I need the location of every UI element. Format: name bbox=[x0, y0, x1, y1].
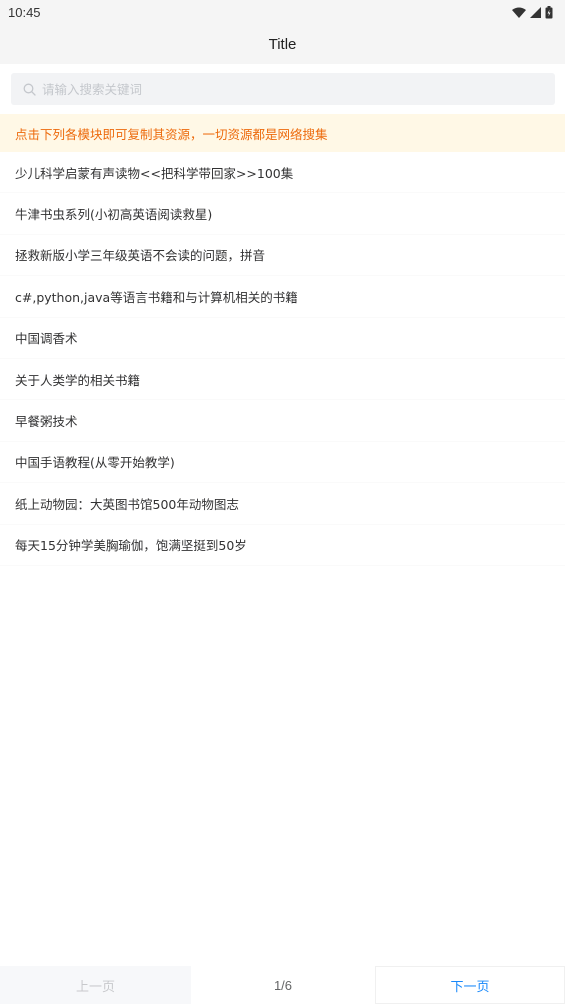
battery-icon bbox=[545, 5, 553, 19]
list-item[interactable]: 拯救新版小学三年级英语不会读的问题，拼音 bbox=[0, 234, 565, 277]
status-bar: 10:45 bbox=[0, 0, 565, 24]
search-box[interactable] bbox=[11, 73, 555, 105]
list-item[interactable]: 牛津书虫系列(小初高英语阅读救星) bbox=[0, 193, 565, 235]
next-page-button[interactable]: 下一页 bbox=[375, 966, 565, 1004]
list-item[interactable]: 早餐粥技术 bbox=[0, 400, 565, 442]
list-item-label: 中国手语教程(从零开始教学) bbox=[15, 455, 175, 471]
list-item-label: 牛津书虫系列(小初高英语阅读救星) bbox=[15, 207, 213, 223]
page-title: Title bbox=[268, 35, 297, 53]
prev-page-button[interactable]: 上一页 bbox=[0, 966, 191, 1004]
list-item[interactable]: 每天15分钟学美胸瑜伽，饱满坚挺到50岁 bbox=[0, 524, 565, 566]
resource-list: 少儿科学启蒙有声读物<<把科学带回家>>100集 牛津书虫系列(小初高英语阅读救… bbox=[0, 152, 565, 566]
notice-bar: 点击下列各模块即可复制其资源，一切资源都是网络搜集 bbox=[0, 114, 565, 152]
wifi-icon bbox=[512, 7, 526, 18]
list-item-label: 中国调香术 bbox=[15, 331, 78, 347]
list-item[interactable]: 少儿科学启蒙有声读物<<把科学带回家>>100集 bbox=[0, 152, 565, 194]
status-icons bbox=[512, 5, 553, 19]
notice-text: 点击下列各模块即可复制其资源，一切资源都是网络搜集 bbox=[15, 126, 328, 142]
app-screen: 10:45 Title 点击下列各模块即可复制其资源，一切资源都是网络搜集 bbox=[0, 0, 565, 1004]
status-time: 10:45 bbox=[8, 4, 41, 20]
list-item-label: 少儿科学启蒙有声读物<<把科学带回家>>100集 bbox=[15, 165, 294, 181]
list-item-label: 每天15分钟学美胸瑜伽，饱满坚挺到50岁 bbox=[15, 538, 247, 554]
list-item[interactable]: 中国手语教程(从零开始教学) bbox=[0, 441, 565, 484]
list-item[interactable]: 关于人类学的相关书籍 bbox=[0, 358, 565, 401]
list-item-label: 纸上动物园：大英图书馆500年动物图志 bbox=[15, 496, 239, 512]
list-item[interactable]: c#,python,java等语言书籍和与计算机相关的书籍 bbox=[0, 276, 565, 318]
signal-icon bbox=[530, 6, 541, 18]
list-item[interactable]: 中国调香术 bbox=[0, 317, 565, 359]
list-item[interactable]: 纸上动物园：大英图书馆500年动物图志 bbox=[0, 483, 565, 525]
list-item-label: 关于人类学的相关书籍 bbox=[15, 372, 141, 388]
pagination: 上一页 1/6 下一页 bbox=[0, 966, 565, 1004]
nav-bar: Title bbox=[0, 24, 565, 64]
list-item-label: 早餐粥技术 bbox=[15, 414, 78, 430]
search-bar bbox=[0, 64, 565, 114]
list-item-label: c#,python,java等语言书籍和与计算机相关的书籍 bbox=[15, 289, 298, 305]
search-input[interactable] bbox=[42, 75, 522, 103]
list-item-label: 拯救新版小学三年级英语不会读的问题，拼音 bbox=[15, 248, 266, 264]
page-indicator: 1/6 bbox=[191, 966, 375, 1004]
search-icon bbox=[23, 83, 42, 96]
